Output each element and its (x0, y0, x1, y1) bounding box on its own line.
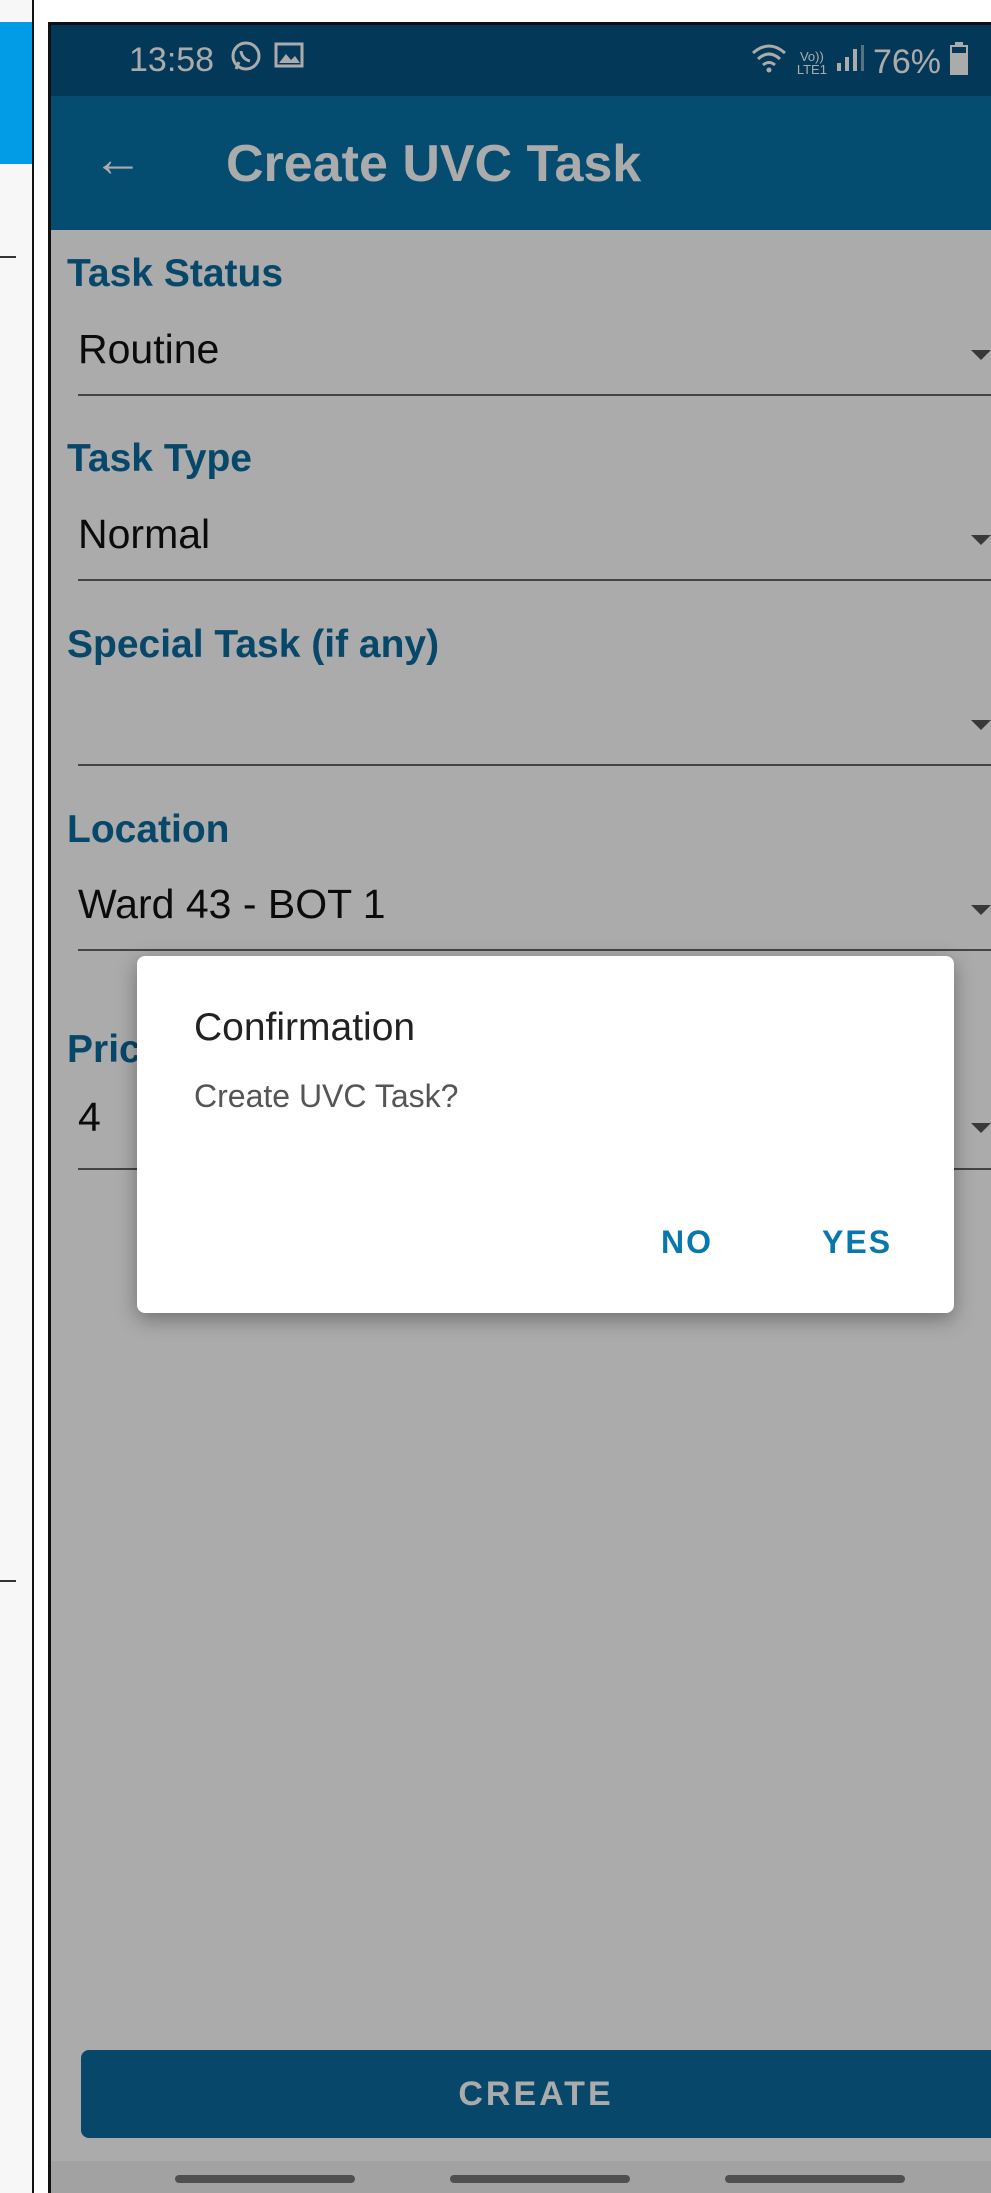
dialog-message: Create UVC Task? (194, 1078, 459, 1114)
background-divider (0, 1580, 16, 1582)
background-divider (0, 256, 16, 258)
yes-button[interactable]: YES (822, 1224, 892, 1261)
dialog-title: Confirmation (194, 1006, 416, 1049)
phone-screen: 13:58 Vo)) LTE1 76% ← Create UVC Task Ta… (48, 22, 991, 2193)
confirmation-dialog: Confirmation Create UVC Task? NO YES (137, 956, 954, 1313)
background-app-panel (0, 0, 34, 2193)
no-button[interactable]: NO (661, 1224, 713, 1261)
background-app-header (0, 22, 32, 164)
